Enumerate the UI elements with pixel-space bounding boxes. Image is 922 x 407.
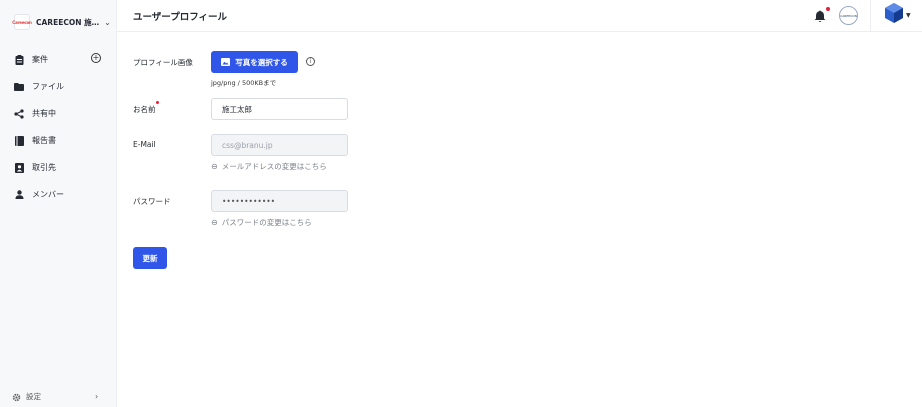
password-label: パスワード [133, 197, 171, 206]
password-change-link-text: パスワードの変更はこちら [221, 218, 312, 227]
settings-label: 設定 [26, 391, 41, 401]
sidebar-item-label: ファイル [32, 82, 64, 91]
update-button-label: 更新 [142, 253, 158, 263]
company-logo[interactable]: CAREECON [839, 6, 858, 25]
page-title: ユーザープロフィール [133, 12, 228, 23]
app-root: Careecon CAREECON 施… ⌄ 案件 + ファイル 共有中 報告書… [0, 0, 922, 407]
sidebar-item-label: 案件 [32, 55, 48, 64]
notification-badge [826, 7, 830, 11]
file-hint: jpg/png / 500KBまで [211, 79, 277, 87]
gear-icon [12, 387, 21, 406]
chevron-down-icon: ▼ [906, 11, 911, 19]
header-divider [870, 0, 871, 32]
sidebar: Careecon CAREECON 施… ⌄ 案件 + ファイル 共有中 報告書… [0, 0, 117, 407]
sidebar-item-label: 共有中 [32, 109, 56, 118]
org-switcher[interactable]: Careecon CAREECON 施… ⌄ [0, 0, 117, 44]
add-project-icon[interactable]: + [91, 53, 101, 63]
sidebar-item-projects[interactable]: 案件 + [0, 46, 117, 73]
sidebar-item-label: 報告書 [32, 136, 56, 145]
password-change-link[interactable]: ⊖ パスワードの変更はこちら [211, 217, 312, 228]
clipboard-icon [14, 54, 24, 65]
app-switcher[interactable]: ▼ [885, 3, 913, 27]
book-icon [14, 135, 24, 146]
required-indicator [156, 101, 159, 104]
org-name: CAREECON 施… [36, 17, 100, 27]
select-photo-button[interactable]: 写真を選択する [211, 51, 298, 73]
sidebar-item-label: メンバー [32, 190, 64, 199]
settings-button[interactable]: 設定 › [0, 386, 117, 406]
sidebar-item-members[interactable]: メンバー [0, 181, 117, 208]
sidebar-item-files[interactable]: ファイル [0, 73, 117, 100]
name-label: お名前 [133, 105, 156, 114]
sidebar-item-shared[interactable]: 共有中 [0, 100, 117, 127]
email-change-link-text: メールアドレスの変更はこちら [221, 162, 327, 171]
profile-image-label: プロフィール画像 [133, 58, 193, 67]
share-icon [14, 108, 24, 119]
update-button[interactable]: 更新 [133, 247, 167, 269]
top-header: ユーザープロフィール CAREECON ▼ [117, 0, 922, 32]
chevron-right-icon: › [95, 391, 99, 401]
contact-card-icon [14, 162, 24, 173]
link-icon: ⊖ [211, 218, 218, 227]
folder-icon [14, 82, 24, 92]
image-icon [221, 58, 231, 66]
chevron-down-icon: ⌄ [104, 17, 111, 27]
select-photo-label: 写真を選択する [235, 57, 288, 67]
sidebar-item-label: 取引先 [32, 163, 56, 172]
password-field: •••••••••••• [211, 190, 348, 212]
sidebar-nav: 案件 + ファイル 共有中 報告書 取引先 メンバー [0, 46, 117, 208]
info-icon[interactable]: i [306, 57, 315, 66]
name-field[interactable]: 施工太郎 [211, 98, 348, 120]
email-change-link[interactable]: ⊖ メールアドレスの変更はこちら [211, 161, 327, 172]
org-logo: Careecon [12, 14, 32, 30]
sidebar-item-clients[interactable]: 取引先 [0, 154, 117, 181]
sidebar-item-reports[interactable]: 報告書 [0, 127, 117, 154]
cube-logo-icon [885, 3, 903, 27]
link-icon: ⊖ [211, 162, 218, 171]
email-label: E-Mail [133, 140, 156, 149]
email-field: css@branu.jp [211, 134, 348, 156]
person-icon [14, 190, 24, 200]
notification-bell-icon[interactable] [814, 7, 830, 22]
